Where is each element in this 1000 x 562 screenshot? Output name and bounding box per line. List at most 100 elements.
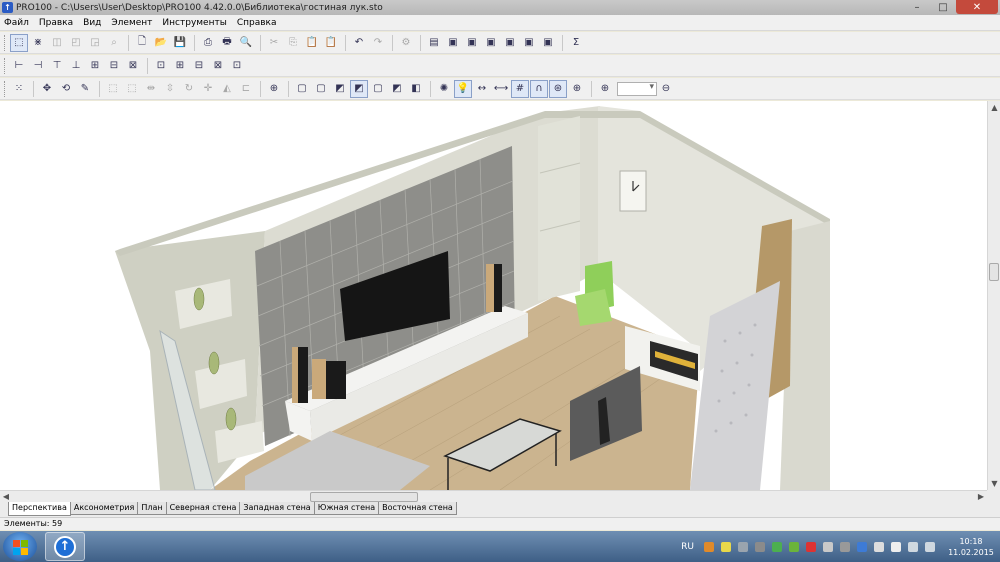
- target-icon[interactable]: ⊕: [265, 80, 283, 98]
- cube-outline-icon[interactable]: ▢: [369, 80, 387, 98]
- bottle-1[interactable]: [193, 287, 205, 311]
- zoom-find-icon[interactable]: ⌕: [105, 34, 123, 52]
- rotate-icon[interactable]: ↻: [180, 80, 198, 98]
- align-top-icon[interactable]: ⊥: [67, 57, 85, 75]
- cube-wire-icon[interactable]: ▢: [293, 80, 311, 98]
- menu-element[interactable]: Элемент: [111, 18, 152, 28]
- scroll-up-icon[interactable]: ▲: [988, 101, 1000, 114]
- cube-shaded-icon[interactable]: ◩: [331, 80, 349, 98]
- flip-icon[interactable]: ◭: [218, 80, 236, 98]
- tab-east-wall[interactable]: Восточная стена: [378, 502, 457, 515]
- open-folder-icon[interactable]: 📂: [152, 34, 170, 52]
- paste-icon[interactable]: 📋: [303, 34, 321, 52]
- view-icon-3[interactable]: ▣: [482, 34, 500, 52]
- zoom-out-icon[interactable]: ⊖: [657, 80, 675, 98]
- align-group-2-icon[interactable]: ⊡: [152, 57, 170, 75]
- tray-app-icon-2[interactable]: [721, 541, 731, 552]
- view-icon-6[interactable]: ▣: [539, 34, 557, 52]
- align-left-icon[interactable]: ⊢: [10, 57, 28, 75]
- tray-printer-icon[interactable]: [755, 541, 765, 552]
- undo-icon[interactable]: ↶: [350, 34, 368, 52]
- copy-icon[interactable]: ⎘: [284, 34, 302, 52]
- redo-icon[interactable]: ↷: [369, 34, 387, 52]
- tray-bluetooth-icon[interactable]: [857, 541, 867, 552]
- align-right-icon[interactable]: ⊤: [48, 57, 66, 75]
- menu-help[interactable]: Справка: [237, 18, 277, 28]
- toolbar-grip[interactable]: [4, 57, 7, 74]
- align-group-icon[interactable]: ⊠: [124, 57, 142, 75]
- tab-west-wall[interactable]: Западная стена: [239, 502, 315, 515]
- horizontal-scroll-thumb[interactable]: [310, 492, 418, 502]
- rotate-3d-icon[interactable]: ⟲: [57, 80, 75, 98]
- tray-app-icon-8[interactable]: [874, 541, 884, 552]
- pencil-icon[interactable]: ✎: [76, 80, 94, 98]
- move-icon[interactable]: ✥: [38, 80, 56, 98]
- cube-textured-icon[interactable]: ◩: [350, 79, 368, 98]
- tray-app-icon-7[interactable]: [840, 541, 850, 552]
- align-group-3-icon[interactable]: ⊞: [171, 57, 189, 75]
- view-icon-2[interactable]: ▣: [463, 34, 481, 52]
- distribute-icon[interactable]: ⊞: [86, 57, 104, 75]
- grid-icon[interactable]: #: [511, 79, 529, 98]
- start-button[interactable]: [3, 532, 37, 561]
- mirror-icon[interactable]: ⇹: [142, 80, 160, 98]
- cube-color-icon[interactable]: ◧: [407, 80, 425, 98]
- menu-tools[interactable]: Инструменты: [162, 18, 226, 28]
- grid-select-icon[interactable]: ⋇: [29, 34, 47, 52]
- language-indicator[interactable]: RU: [681, 542, 694, 552]
- print-preview-icon[interactable]: 🔍: [237, 34, 255, 52]
- minimize-button[interactable]: –: [904, 0, 930, 14]
- frame-2-icon[interactable]: ⬚: [123, 80, 141, 98]
- tray-app-icon-5[interactable]: [789, 541, 799, 552]
- tab-axonometry[interactable]: Аксонометрия: [69, 502, 139, 515]
- tab-plan[interactable]: План: [137, 502, 167, 515]
- horizontal-scrollbar[interactable]: ◀ ▶: [0, 490, 987, 502]
- bottle-3[interactable]: [225, 407, 237, 431]
- lightbulb-icon[interactable]: 💡: [454, 79, 472, 98]
- clock[interactable]: 10:18 11.02.2015: [942, 536, 1000, 558]
- sum-icon[interactable]: Σ: [567, 34, 585, 52]
- toolbar-grip[interactable]: [4, 80, 7, 97]
- step-icon[interactable]: ⊏: [237, 80, 255, 98]
- zoom-in-icon[interactable]: ⊕: [596, 80, 614, 98]
- snap-grid-icon[interactable]: ⁙: [10, 80, 28, 98]
- light-source-icon[interactable]: ✺: [435, 80, 453, 98]
- tab-perspective[interactable]: Перспектива: [8, 502, 71, 516]
- view-icon-1[interactable]: ▣: [444, 34, 462, 52]
- cut-icon[interactable]: ✂: [265, 34, 283, 52]
- tray-app-icon-6[interactable]: [823, 541, 833, 552]
- tab-north-wall[interactable]: Северная стена: [165, 502, 241, 515]
- tray-volume-icon[interactable]: [925, 541, 935, 552]
- view-icon-5[interactable]: ▣: [520, 34, 538, 52]
- cube-solid-icon[interactable]: ◩: [388, 80, 406, 98]
- measure-icon[interactable]: ⟷: [492, 80, 510, 98]
- box-rotate-icon[interactable]: ◰: [67, 34, 85, 52]
- menu-edit[interactable]: Правка: [39, 18, 73, 28]
- save-icon[interactable]: 💾: [171, 34, 189, 52]
- right-niche-column[interactable]: [538, 116, 580, 301]
- target-2-icon[interactable]: ⊕: [568, 80, 586, 98]
- tray-network-icon[interactable]: [908, 541, 918, 552]
- print-icon[interactable]: 🖶: [218, 34, 236, 52]
- align-group-4-icon[interactable]: ⊟: [190, 57, 208, 75]
- tray-app-icon-1[interactable]: [704, 541, 714, 552]
- cursor-select-icon[interactable]: ⬚: [10, 33, 28, 52]
- stack-icon[interactable]: ⊟: [105, 57, 123, 75]
- align-group-6-icon[interactable]: ⊡: [228, 57, 246, 75]
- report-icon[interactable]: ▤: [425, 34, 443, 52]
- vertical-scrollbar[interactable]: ▲ ▼: [987, 101, 1000, 490]
- tray-pdf-icon[interactable]: [806, 541, 816, 552]
- new-file-icon[interactable]: 🗋: [133, 34, 151, 52]
- view-icon-4[interactable]: ▣: [501, 34, 519, 52]
- mirror-2-icon[interactable]: ⇳: [161, 80, 179, 98]
- perspective-viewport[interactable]: [0, 101, 987, 490]
- frame-icon[interactable]: ⬚: [104, 80, 122, 98]
- dimension-icon[interactable]: ↔: [473, 80, 491, 98]
- magnet-icon[interactable]: ∩: [530, 79, 548, 98]
- toolbar-grip[interactable]: [4, 34, 7, 51]
- align-center-icon[interactable]: ⊣: [29, 57, 47, 75]
- collision-icon[interactable]: ⊛: [549, 79, 567, 98]
- maximize-button[interactable]: □: [930, 0, 956, 14]
- tray-flag-icon[interactable]: [891, 541, 901, 552]
- export-icon[interactable]: ⎙: [199, 34, 217, 52]
